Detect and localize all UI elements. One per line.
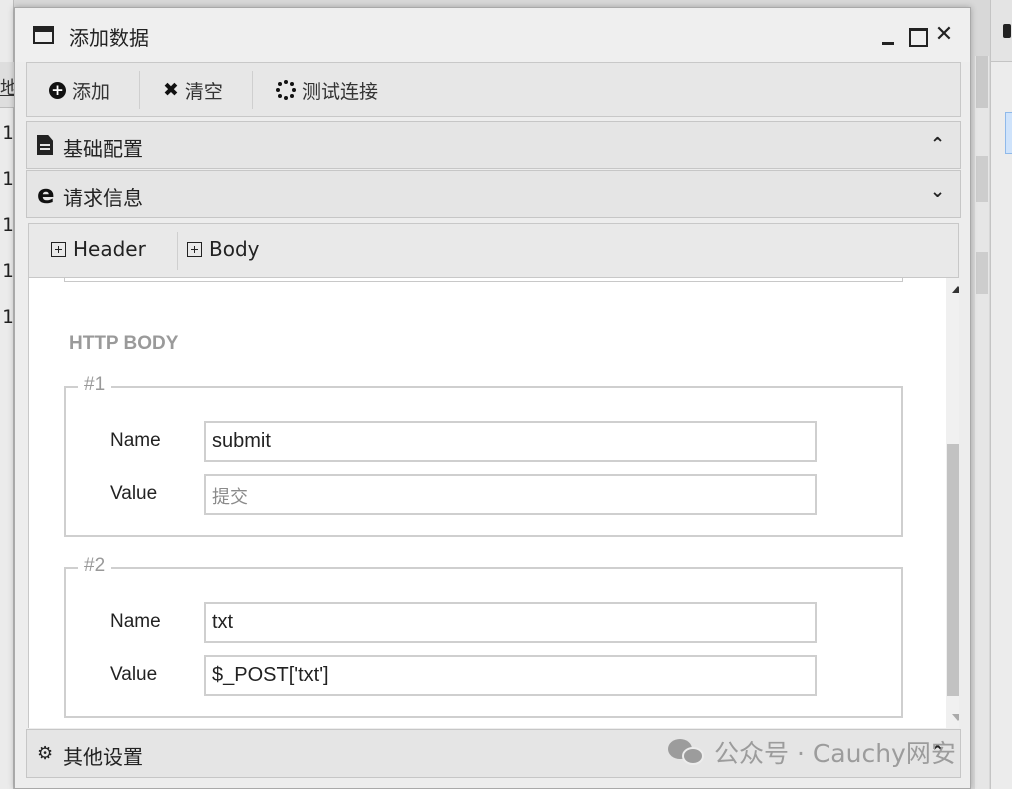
body-item-fieldset: #2 Name txt Value $_POST['txt'] [64, 555, 903, 718]
scroll-down-arrow-icon[interactable] [952, 714, 959, 721]
close-button[interactable]: ✕ [933, 22, 955, 48]
background-row: 1 [2, 122, 14, 144]
clear-button-label: 清空 [184, 80, 223, 103]
background-scrollbar[interactable] [975, 56, 989, 789]
value-label: Value [110, 483, 158, 504]
body-name-input[interactable]: submit [204, 421, 817, 462]
minimize-button[interactable] [877, 22, 899, 48]
name-label: Name [110, 611, 161, 632]
body-value-input[interactable]: 提交 [204, 474, 817, 515]
http-body-title: HTTP BODY [69, 333, 179, 354]
maximize-button[interactable] [906, 22, 928, 48]
tab-body[interactable]: Body [187, 237, 260, 261]
value-label: Value [110, 664, 158, 685]
wechat-icon [668, 737, 706, 767]
tab-header-label: Header [73, 237, 146, 261]
scroll-up-arrow-icon[interactable] [952, 286, 959, 293]
section-basic-title: 基础配置 [63, 137, 143, 161]
section-request-title: 请求信息 [63, 186, 143, 210]
tab-body-label: Body [209, 237, 260, 261]
section-request-info[interactable]: e 请求信息 ⌄ [26, 170, 961, 218]
add-button-label: 添加 [72, 80, 111, 103]
http-body-panel: HTTP BODY #1 Name submit Value 提交 #2 Nam… [28, 278, 959, 728]
add-button[interactable]: + 添加 [49, 74, 110, 106]
test-connection-button[interactable]: 测试连接 [276, 74, 378, 106]
add-data-dialog: 添加数据 ✕ + 添加 ✖ 清空 测试连接 基础配置 ⌃ e 请求信息 ⌄ He… [14, 7, 971, 789]
document-icon [37, 135, 57, 157]
background-row: 1 [2, 214, 14, 236]
section-other-title: 其他设置 [63, 745, 143, 769]
background-selected-row[interactable] [1005, 112, 1012, 154]
background-row: 1 [2, 306, 14, 328]
chevron-down-icon: ⌄ [930, 181, 946, 202]
dialog-toolbar: + 添加 ✖ 清空 测试连接 [26, 62, 961, 117]
edge-icon: e [37, 180, 55, 210]
body-value-input[interactable]: $_POST['txt'] [204, 655, 817, 696]
gears-icon: ⚙ [37, 743, 54, 764]
background-left-panel: 地 1 1 1 1 1 [0, 0, 18, 789]
previous-fieldset-edge [64, 278, 903, 282]
section-basic-config[interactable]: 基础配置 ⌃ [26, 121, 961, 169]
tab-header[interactable]: Header [51, 237, 146, 261]
dialog-title: 添加数据 [69, 26, 149, 50]
body-item-fieldset: #1 Name submit Value 提交 [64, 374, 903, 537]
scrollbar-thumb[interactable] [947, 444, 959, 696]
background-row: 1 [2, 168, 14, 190]
fieldset-legend: #1 [78, 374, 112, 396]
request-tabs: Header Body [28, 223, 959, 278]
dialog-titlebar[interactable]: 添加数据 ✕ [15, 8, 970, 62]
watermark: 公众号 · Cauchy网安 [668, 734, 956, 770]
name-label: Name [110, 430, 161, 451]
chevron-up-icon: ⌃ [930, 134, 946, 155]
window-icon [33, 26, 54, 44]
clear-button[interactable]: ✖ 清空 [163, 74, 223, 106]
expand-box-icon [51, 241, 66, 257]
background-right-panel [990, 0, 1012, 789]
expand-box-icon [187, 241, 202, 257]
background-column-header: 地 [0, 62, 18, 108]
test-connection-label: 测试连接 [302, 80, 379, 103]
fieldset-legend: #2 [78, 555, 112, 577]
plus-circle-icon: + [49, 81, 66, 99]
spinner-icon [276, 80, 296, 100]
body-name-input[interactable]: txt [204, 602, 817, 643]
background-row: 1 [2, 260, 14, 282]
x-icon: ✖ [163, 79, 179, 101]
content-scrollbar[interactable] [946, 278, 959, 728]
watermark-text: 公众号 · Cauchy网安 [714, 739, 956, 768]
